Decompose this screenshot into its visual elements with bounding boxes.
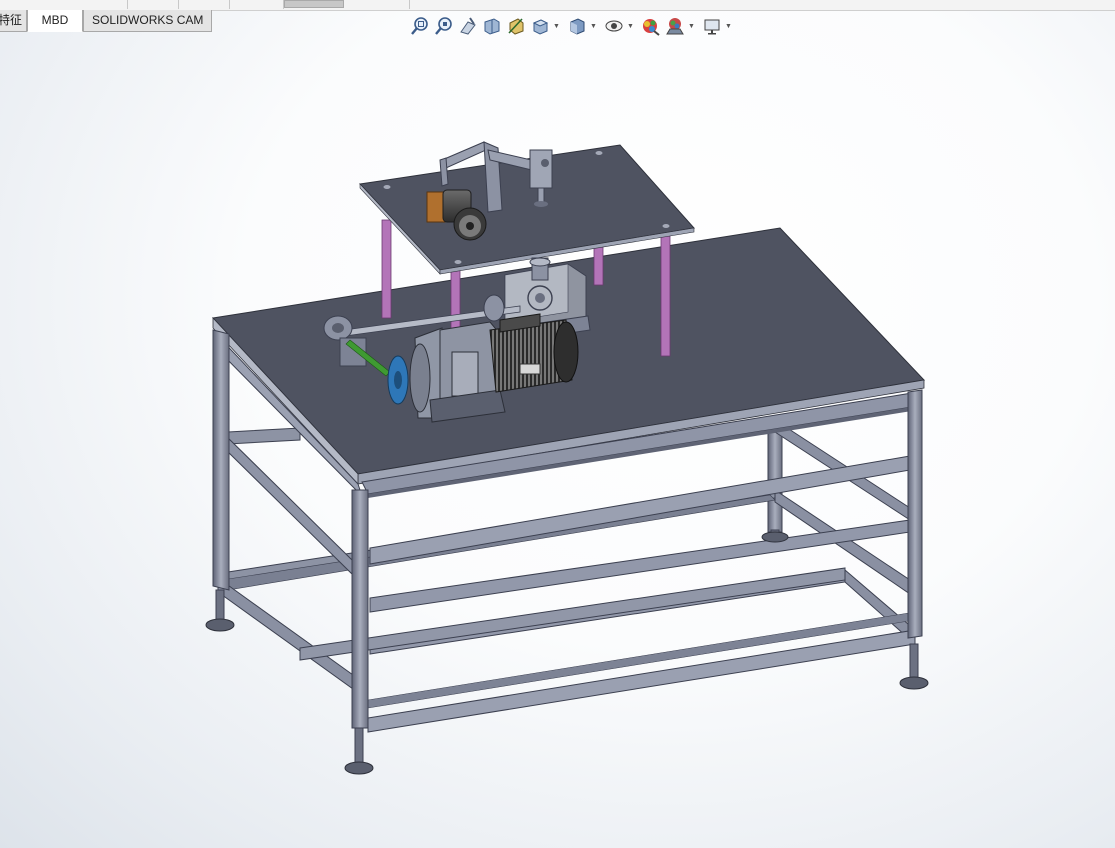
strip-segment	[179, 0, 230, 9]
strip-segment	[230, 0, 284, 9]
tab-features[interactable]: 特征	[0, 10, 28, 32]
graphics-area[interactable]: 特征 MBD SOLIDWORKS CAM ▼ ▼ ▼ ▼ ▼	[0, 0, 1115, 848]
view-settings-dropdown[interactable]: ▼	[724, 14, 733, 38]
strip-segment	[24, 0, 128, 9]
tab-mbd[interactable]: MBD	[27, 10, 84, 32]
dynamic-annotation-views-icon[interactable]	[504, 14, 528, 38]
apply-scene-icon[interactable]	[663, 14, 687, 38]
zoom-to-area-icon[interactable]	[432, 14, 456, 38]
view-settings-icon[interactable]	[700, 14, 724, 38]
hide-show-items-icon[interactable]	[602, 14, 626, 38]
apply-scene-dropdown[interactable]: ▼	[687, 14, 696, 38]
section-view-icon[interactable]	[480, 14, 504, 38]
display-style-dropdown[interactable]: ▼	[589, 14, 598, 38]
hide-show-items-dropdown[interactable]: ▼	[626, 14, 635, 38]
view-orientation-icon[interactable]	[528, 14, 552, 38]
tab-solidworks-cam[interactable]: SOLIDWORKS CAM	[83, 10, 213, 32]
zoom-to-fit-icon[interactable]	[408, 14, 432, 38]
strip-active-segment[interactable]	[284, 0, 344, 8]
strip-segment	[345, 0, 410, 9]
command-manager-tabs: 特征 MBD SOLIDWORKS CAM	[0, 10, 213, 33]
model-view[interactable]	[0, 0, 1115, 848]
strip-segment	[128, 0, 179, 9]
view-orientation-dropdown[interactable]: ▼	[552, 14, 561, 38]
heads-up-view-toolbar: ▼ ▼ ▼ ▼ ▼	[408, 14, 733, 38]
edit-appearance-icon[interactable]	[639, 14, 663, 38]
display-style-icon[interactable]	[565, 14, 589, 38]
previous-view-icon[interactable]	[456, 14, 480, 38]
